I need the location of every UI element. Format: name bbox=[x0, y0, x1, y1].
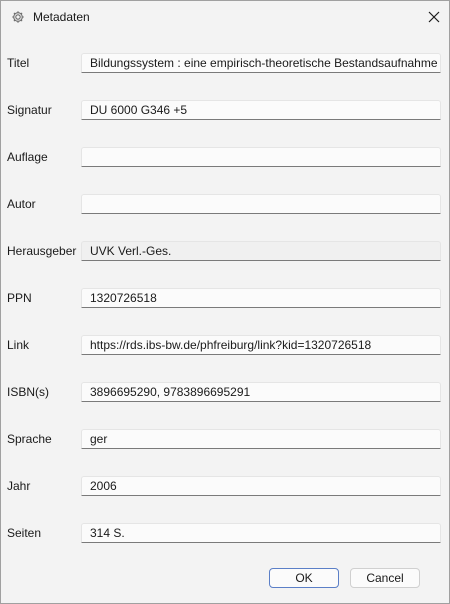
cancel-button[interactable]: Cancel bbox=[350, 568, 420, 588]
herausgeber-field[interactable]: UVK Verl.-Ges. bbox=[81, 241, 441, 261]
label-auflage: Auflage bbox=[7, 150, 48, 164]
label-herausgeber: Herausgeber bbox=[7, 244, 77, 258]
label-signatur: Signatur bbox=[7, 103, 52, 117]
jahr-field[interactable]: 2006 bbox=[81, 476, 441, 496]
metadata-dialog: Metadaten Titel Bildungssystem : eine em… bbox=[0, 0, 450, 604]
autor-field[interactable] bbox=[81, 194, 441, 214]
label-link: Link bbox=[7, 338, 30, 352]
label-jahr: Jahr bbox=[7, 479, 31, 493]
label-titel: Titel bbox=[7, 56, 30, 70]
auflage-field[interactable] bbox=[81, 147, 441, 167]
close-button[interactable] bbox=[421, 5, 447, 29]
close-icon bbox=[428, 11, 440, 23]
isbn-field[interactable]: 3896695290, 9783896695291 bbox=[81, 382, 441, 402]
label-autor: Autor bbox=[7, 197, 36, 211]
ok-button[interactable]: OK bbox=[269, 568, 339, 588]
signatur-field[interactable]: DU 6000 G346 +5 bbox=[81, 100, 441, 120]
title-bar: Metadaten bbox=[1, 1, 449, 33]
seiten-field[interactable]: 314 S. bbox=[81, 523, 441, 543]
label-sprache: Sprache bbox=[7, 432, 52, 446]
link-field[interactable]: https://rds.ibs-bw.de/phfreiburg/link?ki… bbox=[81, 335, 441, 355]
sprache-field[interactable]: ger bbox=[81, 429, 441, 449]
window-title: Metadaten bbox=[33, 10, 90, 24]
ppn-field[interactable]: 1320726518 bbox=[81, 288, 441, 308]
label-seiten: Seiten bbox=[7, 526, 42, 540]
gear-icon bbox=[11, 10, 25, 24]
label-isbn: ISBN(s) bbox=[7, 385, 49, 399]
label-ppn: PPN bbox=[7, 291, 32, 305]
titel-field[interactable]: Bildungssystem : eine empirisch-theoreti… bbox=[81, 53, 441, 73]
